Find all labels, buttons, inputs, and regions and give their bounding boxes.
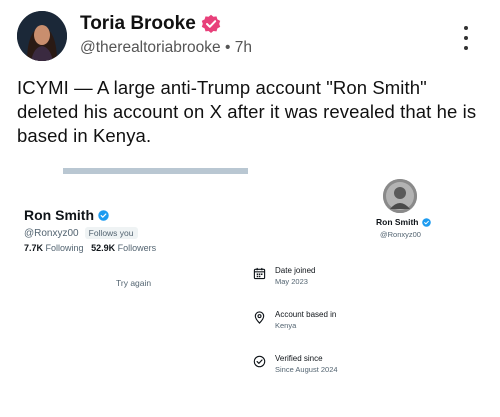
info-value: Kenya	[275, 321, 297, 330]
try-again-text: Try again	[116, 278, 152, 288]
author-avatar[interactable]	[17, 11, 67, 61]
info-row-verified-since: Verified since Since August 2024	[253, 353, 338, 375]
more-options-button[interactable]	[460, 26, 472, 50]
separator-dot: •	[225, 39, 231, 56]
info-value: May 2023	[275, 277, 308, 286]
more-dot-icon	[464, 36, 468, 40]
following-label: Following	[45, 243, 84, 253]
post-time: 7h	[234, 39, 252, 56]
follows-you-badge: Follows you	[84, 227, 138, 239]
embedded-screenshot[interactable]: Ron Smith @Ronxyz00 Follows you 7.7K Fol…	[0, 158, 500, 417]
post-header: Toria Brooke @therealtoriabrooke • 7h	[0, 0, 500, 70]
blue-verified-icon	[421, 217, 431, 227]
more-dot-icon	[464, 26, 468, 30]
verified-badge-icon	[201, 14, 220, 34]
calendar-icon	[253, 267, 266, 280]
info-row-date-joined: Date joined May 2023	[253, 265, 315, 287]
info-title: Verified since	[275, 354, 323, 363]
verified-check-icon	[253, 355, 266, 368]
info-title: Date joined	[275, 266, 316, 275]
left-profile-handle: @Ronxyz00	[24, 227, 79, 239]
post-text: ICYMI — A large anti-Trump account "Ron …	[17, 77, 477, 146]
profile-avatar-placeholder	[22, 160, 64, 202]
following-count: 7.7K	[24, 243, 44, 253]
right-profile-name: Ron Smith	[376, 217, 419, 227]
handle-row: @therealtoriabrooke • 7h	[80, 39, 252, 57]
follow-stats: 7.7K Following 52.9K Followers	[24, 243, 156, 253]
blue-verified-icon	[98, 209, 109, 221]
followers-count: 52.9K	[91, 243, 116, 253]
info-title: Account based in	[275, 310, 337, 319]
author-handle[interactable]: @therealtoriabrooke	[80, 39, 221, 56]
author-name[interactable]: Toria Brooke	[80, 13, 196, 35]
more-dot-icon	[464, 46, 468, 50]
profile-header-banner	[63, 168, 248, 174]
info-value: Since August 2024	[275, 365, 338, 374]
info-row-account-based: Account based in Kenya	[253, 309, 336, 331]
right-profile-avatar	[383, 179, 417, 213]
right-profile-handle: @Ronxyz00	[380, 230, 421, 239]
followers-label: Followers	[117, 243, 157, 253]
left-profile-name: Ron Smith	[24, 207, 94, 223]
location-pin-icon	[254, 311, 265, 324]
